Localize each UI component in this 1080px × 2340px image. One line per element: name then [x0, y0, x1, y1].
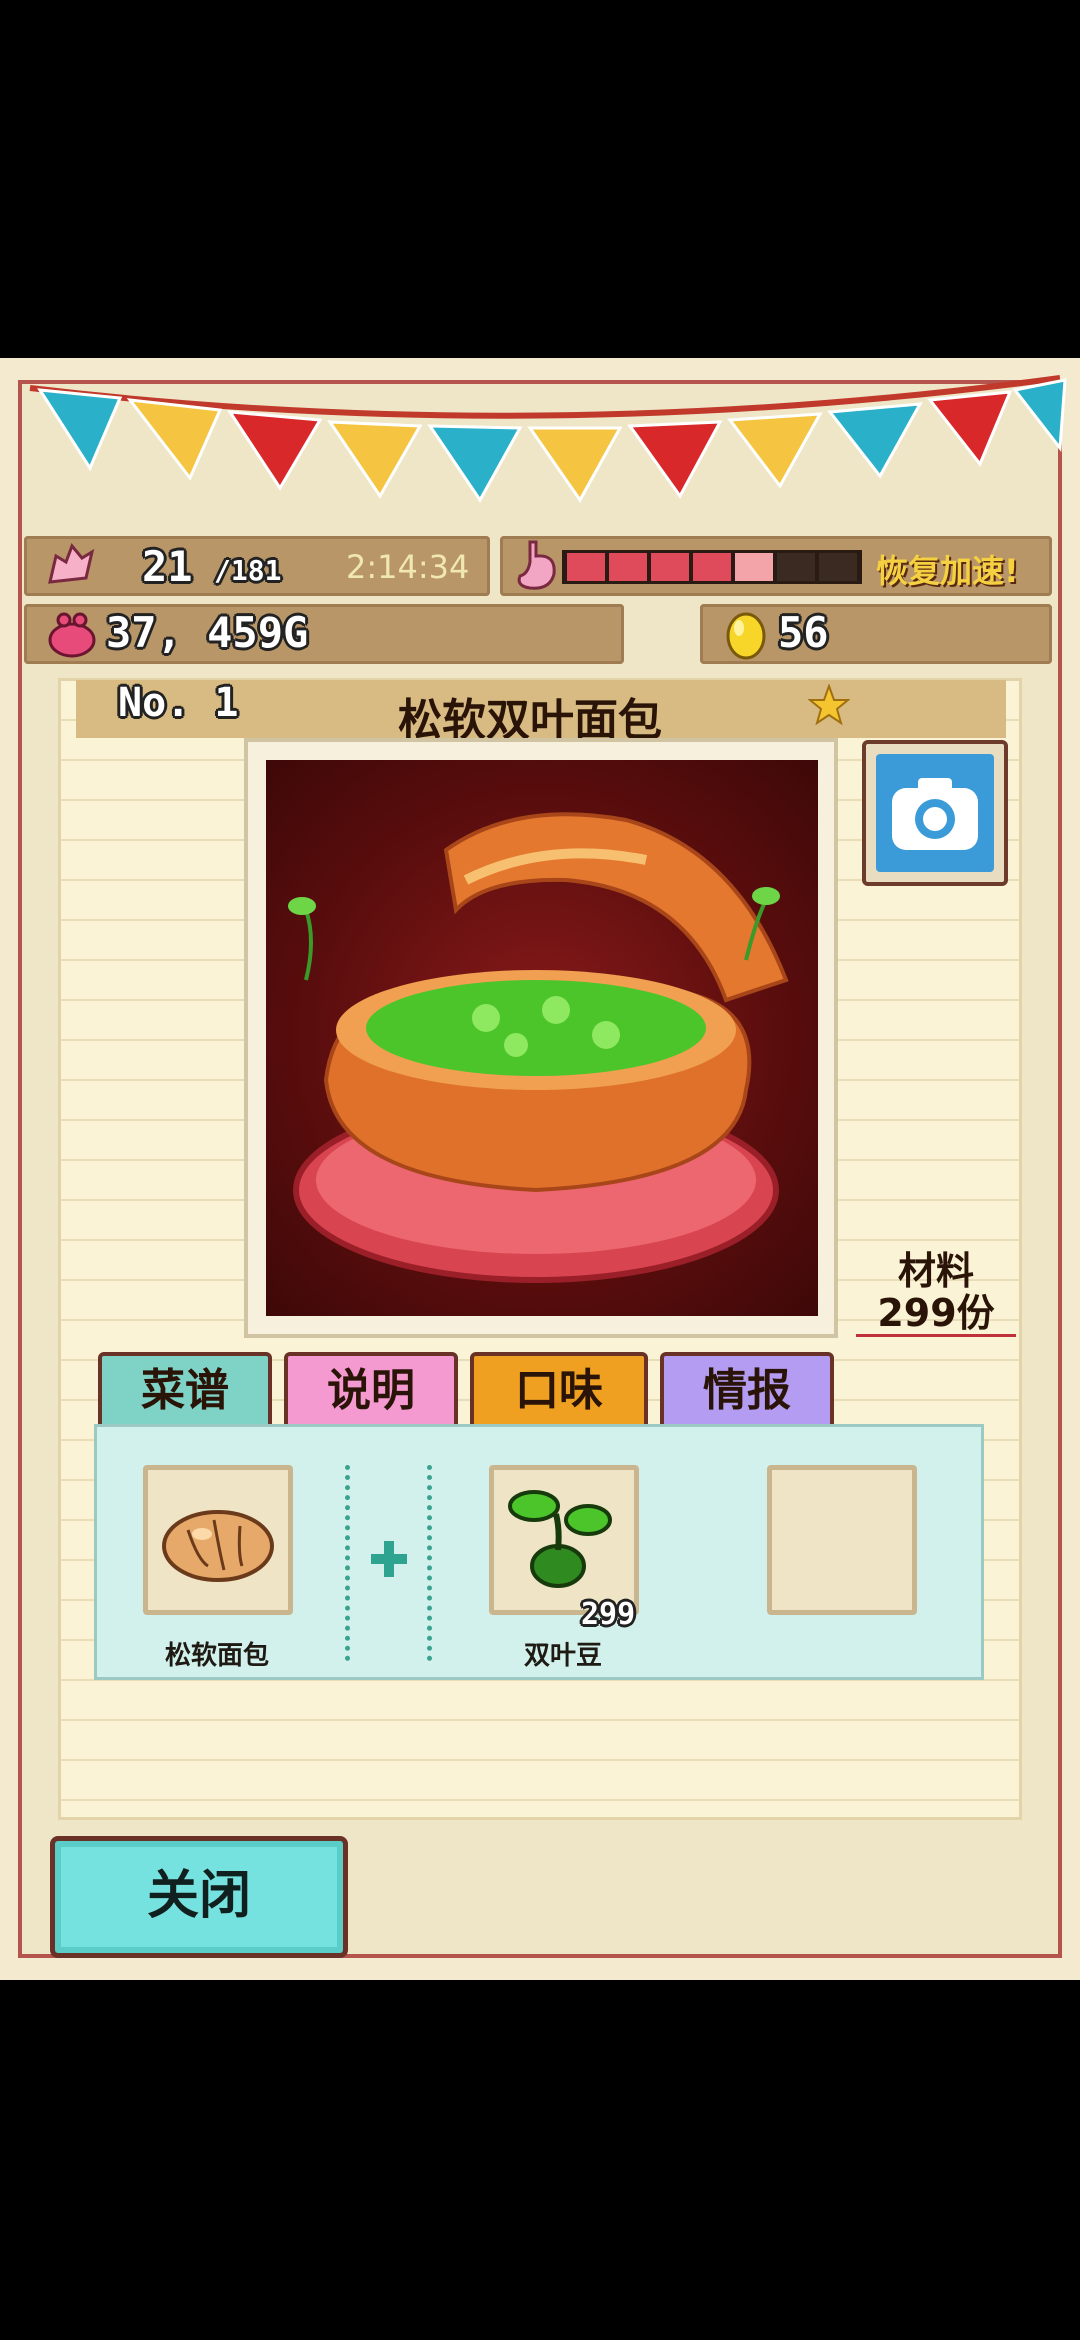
- ingredients-panel: 松软面包 299 双叶豆: [94, 1424, 984, 1680]
- ingredient-count-2: 299: [581, 1597, 636, 1632]
- materials-info: 材料 299份: [856, 1250, 1016, 1337]
- plus-icon: [371, 1541, 407, 1577]
- dotted-divider-left: [345, 1465, 350, 1661]
- favorite-star-icon[interactable]: [808, 684, 850, 726]
- tab-info[interactable]: 情报: [660, 1352, 834, 1430]
- stamina-timer: 2:14:34: [346, 548, 470, 586]
- ingredient-label-2: 双叶豆: [523, 1641, 602, 1671]
- game-screen: 21 /181 2:14:34 恢复加速! 37, 459G 56 No. 1 …: [0, 358, 1080, 1980]
- close-button[interactable]: 关闭: [50, 1836, 348, 1958]
- ingredient-slot-1[interactable]: [143, 1465, 293, 1615]
- tab-flavor[interactable]: 口味: [470, 1352, 648, 1430]
- dotted-divider-right: [427, 1465, 432, 1661]
- dish-image-frame: [244, 738, 838, 1338]
- golden-egg-icon: [726, 612, 766, 660]
- ingredient-slot-2[interactable]: [489, 1465, 639, 1615]
- stamina-current: 21: [142, 542, 193, 591]
- sprout-bread-illustration: [288, 812, 789, 1283]
- materials-count: 299份: [856, 1292, 1016, 1337]
- twin-leaf-bean-icon: [508, 1490, 612, 1588]
- stomach-bar: 恢复加速!: [500, 536, 1052, 596]
- fluffy-bread-icon: [162, 1510, 274, 1582]
- stamina-max: /181: [214, 554, 282, 587]
- ingredient-label-1: 松软面包: [164, 1641, 269, 1671]
- egg-count: 56: [778, 608, 829, 657]
- camera-button[interactable]: [862, 740, 1008, 886]
- egg-bar: 56: [700, 604, 1052, 664]
- tab-description[interactable]: 说明: [284, 1352, 458, 1430]
- stomach-recover-label[interactable]: 恢复加速!: [876, 546, 1019, 592]
- stomach-gauge: [562, 550, 862, 584]
- stomach-icon: [517, 540, 556, 590]
- camera-icon: [892, 778, 978, 850]
- stamina-icon: [48, 543, 95, 584]
- ingredient-slot-empty[interactable]: [767, 1465, 917, 1615]
- materials-label: 材料: [897, 1249, 974, 1293]
- coin-purse-icon: [48, 612, 96, 658]
- money-bar: 37, 459G: [24, 604, 624, 664]
- dish-image: [266, 760, 818, 1316]
- stamina-bar: 21 /181 2:14:34: [24, 536, 490, 596]
- recipe-number: No. 1: [118, 680, 239, 726]
- bunting-decoration: [29, 375, 1067, 503]
- money-amount: 37, 459G: [106, 608, 309, 657]
